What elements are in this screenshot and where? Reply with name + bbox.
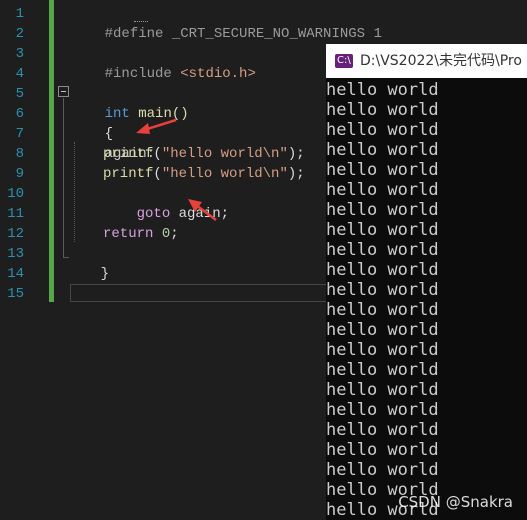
console-window[interactable]: C:\ D:\VS2022\未完代码\Pro hello world hello … [326, 44, 527, 520]
console-output-line: hello world [326, 140, 439, 160]
code-line-8[interactable]: printf("hello world\n"); [103, 144, 305, 164]
semicolon: ; [170, 226, 179, 242]
red-arrow-icon [188, 199, 217, 221]
console-output-line: hello world [326, 400, 439, 420]
scope-bracket-line [63, 98, 64, 258]
open-paren: ( [153, 146, 162, 162]
line-number: 9 [15, 166, 24, 182]
preprocessor-directive: #include [104, 66, 172, 82]
line-number: 1 [15, 6, 24, 22]
line-number: 12 [7, 226, 24, 242]
return-keyword: return [103, 226, 154, 242]
console-output-line: hello world [326, 460, 439, 480]
visual-studio-icon: C:\ [335, 54, 353, 68]
console-output-line: hello world [326, 340, 439, 360]
code-line-12[interactable]: return 0; [103, 224, 179, 244]
include-header: <stdio.h> [180, 66, 256, 82]
line-number: 5 [15, 86, 24, 102]
close-brace: } [100, 266, 110, 282]
code-line-9[interactable]: printf("hello world\n"); [103, 164, 305, 184]
console-title: D:\VS2022\未完代码\Pro [360, 53, 522, 69]
console-output-line: hello world [326, 320, 439, 340]
console-output-line: hello world [326, 240, 439, 260]
printf-call: printf [103, 166, 154, 182]
line-number: 11 [7, 206, 24, 222]
console-output-line: hello world [326, 120, 439, 140]
line-number: 15 [7, 286, 24, 302]
console-output-line: hello world [326, 200, 439, 220]
line-number: 10 [7, 186, 24, 202]
console-output-line: hello world [326, 440, 439, 460]
console-output-line: hello world [326, 100, 439, 120]
console-output-line: hello world [326, 280, 439, 300]
return-value: 0 [161, 226, 171, 242]
console-output-line: hello world [326, 160, 439, 180]
string-literal: "hello world\n" [161, 166, 288, 182]
console-output-line: hello world [326, 420, 439, 440]
squiggle-underline [134, 19, 148, 22]
watermark: CSDN @Snakra [398, 493, 513, 511]
close-paren: ); [287, 146, 305, 162]
open-paren: ( [153, 166, 162, 182]
line-number: 7 [15, 126, 24, 142]
line-number: 2 [15, 26, 24, 42]
console-output-line: hello world [326, 360, 439, 380]
collapse-icon[interactable] [58, 86, 69, 97]
line-number: 3 [15, 46, 24, 62]
close-paren: ); [287, 166, 305, 182]
line-number: 8 [15, 146, 24, 162]
macro-value: 1 [373, 26, 382, 42]
console-output-line: hello world [326, 260, 439, 280]
preprocessor-directive: #define [104, 26, 164, 42]
line-number: 14 [7, 266, 24, 282]
console-output-line: hello world [326, 380, 439, 400]
goto-keyword: goto [136, 206, 171, 222]
line-number: 13 [7, 246, 24, 262]
current-line-highlight[interactable] [70, 284, 332, 302]
red-arrow-icon [136, 118, 177, 134]
console-output-line: hello world [326, 80, 439, 100]
console-output: hello world hello world hello world hello w… [326, 80, 527, 520]
line-number: 6 [15, 106, 24, 122]
console-output-line: hello world [326, 180, 439, 200]
macro-name: _CRT_SECURE_NO_WARNINGS [171, 26, 366, 42]
line-number: 4 [15, 66, 24, 82]
string-literal: "hello world\n" [161, 146, 288, 162]
console-output-line: hello world [326, 300, 439, 320]
printf-call: printf [103, 146, 154, 162]
change-tracking-bar [49, 0, 54, 302]
console-output-line: hello world [326, 220, 439, 240]
console-titlebar[interactable]: C:\ D:\VS2022\未完代码\Pro [326, 44, 527, 78]
